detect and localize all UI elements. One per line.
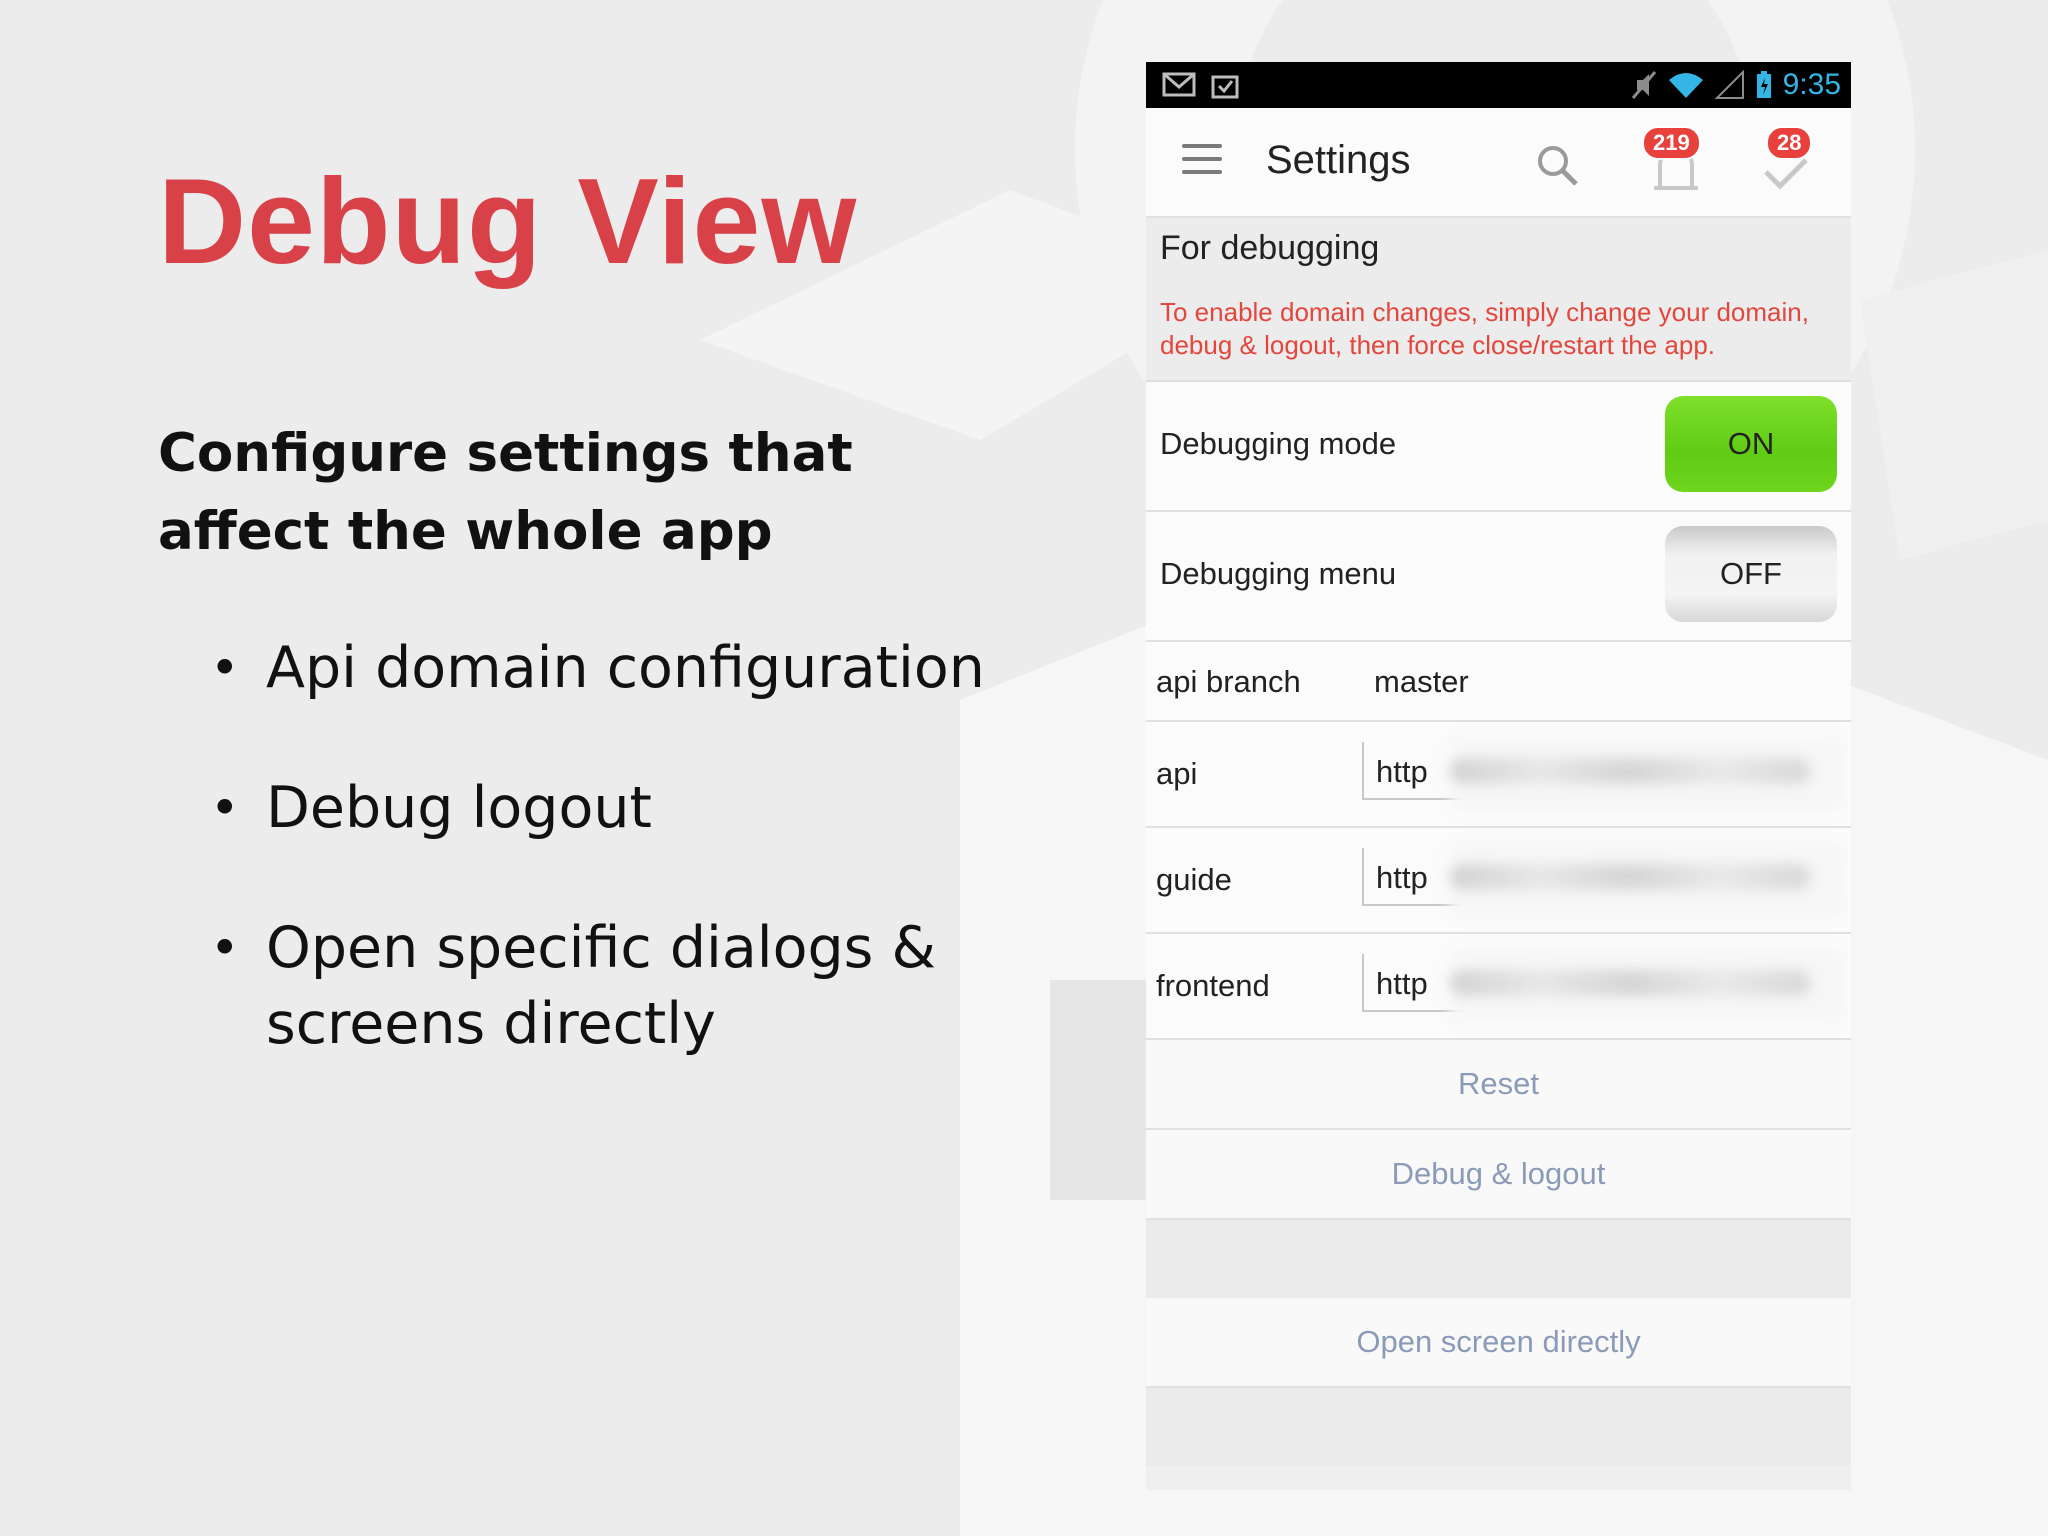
reset-button[interactable]: Reset bbox=[1146, 1040, 1851, 1130]
bullet-list: • Api domain configuration • Debug logout … bbox=[210, 630, 990, 1126]
frontend-url-value: http bbox=[1376, 966, 1428, 1001]
api-branch-value[interactable]: master bbox=[1374, 664, 1469, 700]
status-bar: 9:35 bbox=[1146, 62, 1851, 108]
wifi-icon bbox=[1668, 73, 1703, 98]
debug-logout-button[interactable]: Debug & logout bbox=[1146, 1130, 1851, 1220]
status-time: 9:35 bbox=[1782, 68, 1841, 101]
phone-screenshot: 9:35 Settings 219 28 For debugging To en… bbox=[1146, 62, 1851, 1490]
battery-icon bbox=[1756, 71, 1771, 98]
api-branch-label: api branch bbox=[1156, 664, 1301, 699]
hamburger-menu-icon[interactable] bbox=[1182, 144, 1222, 178]
section-title: For debugging bbox=[1160, 229, 1380, 267]
mute-icon bbox=[1631, 71, 1656, 99]
bullet-item: • Debug logout bbox=[210, 770, 990, 846]
debugging-section-header: For debugging To enable domain changes, … bbox=[1146, 218, 1851, 382]
frontend-row: frontend http bbox=[1146, 934, 1851, 1040]
bottom-spacer bbox=[1146, 1388, 1851, 1466]
slide-title: Debug View bbox=[158, 153, 858, 289]
clipboard-check-icon bbox=[1211, 75, 1239, 99]
api-branch-row: api branch master bbox=[1146, 642, 1851, 722]
status-right: 9:35 bbox=[1631, 62, 1841, 108]
debugging-menu-row: Debugging menu OFF bbox=[1146, 512, 1851, 642]
bullet-dot: • bbox=[210, 779, 240, 837]
frontend-url-input[interactable]: http bbox=[1362, 950, 1844, 1022]
redacted-text bbox=[1450, 864, 1810, 890]
bullet-item: • Open specific dialogs & screens directl… bbox=[210, 910, 990, 1062]
tasks-button[interactable]: 28 bbox=[1756, 126, 1826, 206]
tasks-badge: 28 bbox=[1766, 126, 1813, 160]
gmail-icon bbox=[1162, 72, 1196, 97]
api-label: api bbox=[1156, 756, 1198, 791]
debugging-menu-label: Debugging menu bbox=[1160, 556, 1397, 591]
notifications-badge: 219 bbox=[1642, 126, 1701, 160]
bullet-text: Api domain configuration bbox=[266, 635, 985, 701]
guide-url-input[interactable]: http bbox=[1362, 844, 1844, 916]
bullet-dot: • bbox=[210, 639, 240, 697]
frontend-label: frontend bbox=[1156, 968, 1270, 1003]
signal-icon bbox=[1714, 70, 1744, 99]
section-spacer bbox=[1146, 1220, 1851, 1298]
bullet-text: Open specific dialogs & screens directly bbox=[266, 915, 936, 1057]
debugging-menu-toggle[interactable]: OFF bbox=[1665, 526, 1837, 622]
api-url-value: http bbox=[1376, 754, 1428, 789]
debugging-mode-label: Debugging mode bbox=[1160, 426, 1397, 461]
guide-row: guide http bbox=[1146, 828, 1851, 934]
app-title: Settings bbox=[1266, 138, 1411, 182]
slide-subtitle: Configure settings that affect the whole… bbox=[158, 423, 853, 562]
bullet-dot: • bbox=[210, 919, 240, 977]
debugging-mode-toggle[interactable]: ON bbox=[1665, 396, 1837, 492]
notifications-button[interactable]: 219 bbox=[1642, 126, 1712, 206]
search-icon[interactable] bbox=[1534, 142, 1580, 188]
open-screen-directly-button[interactable]: Open screen directly bbox=[1146, 1298, 1851, 1388]
redacted-text bbox=[1450, 758, 1810, 784]
bullet-item: • Api domain configuration bbox=[210, 630, 990, 706]
debugging-mode-row: Debugging mode ON bbox=[1146, 382, 1851, 512]
guide-url-value: http bbox=[1376, 860, 1428, 895]
api-url-input[interactable]: http bbox=[1362, 738, 1844, 810]
api-row: api http bbox=[1146, 722, 1851, 828]
redacted-text bbox=[1450, 970, 1810, 996]
status-left bbox=[1162, 69, 1240, 101]
section-note: To enable domain changes, simply change … bbox=[1160, 297, 1809, 360]
guide-label: guide bbox=[1156, 862, 1232, 897]
app-bar: Settings 219 28 bbox=[1146, 108, 1851, 218]
bullet-text: Debug logout bbox=[266, 775, 652, 841]
